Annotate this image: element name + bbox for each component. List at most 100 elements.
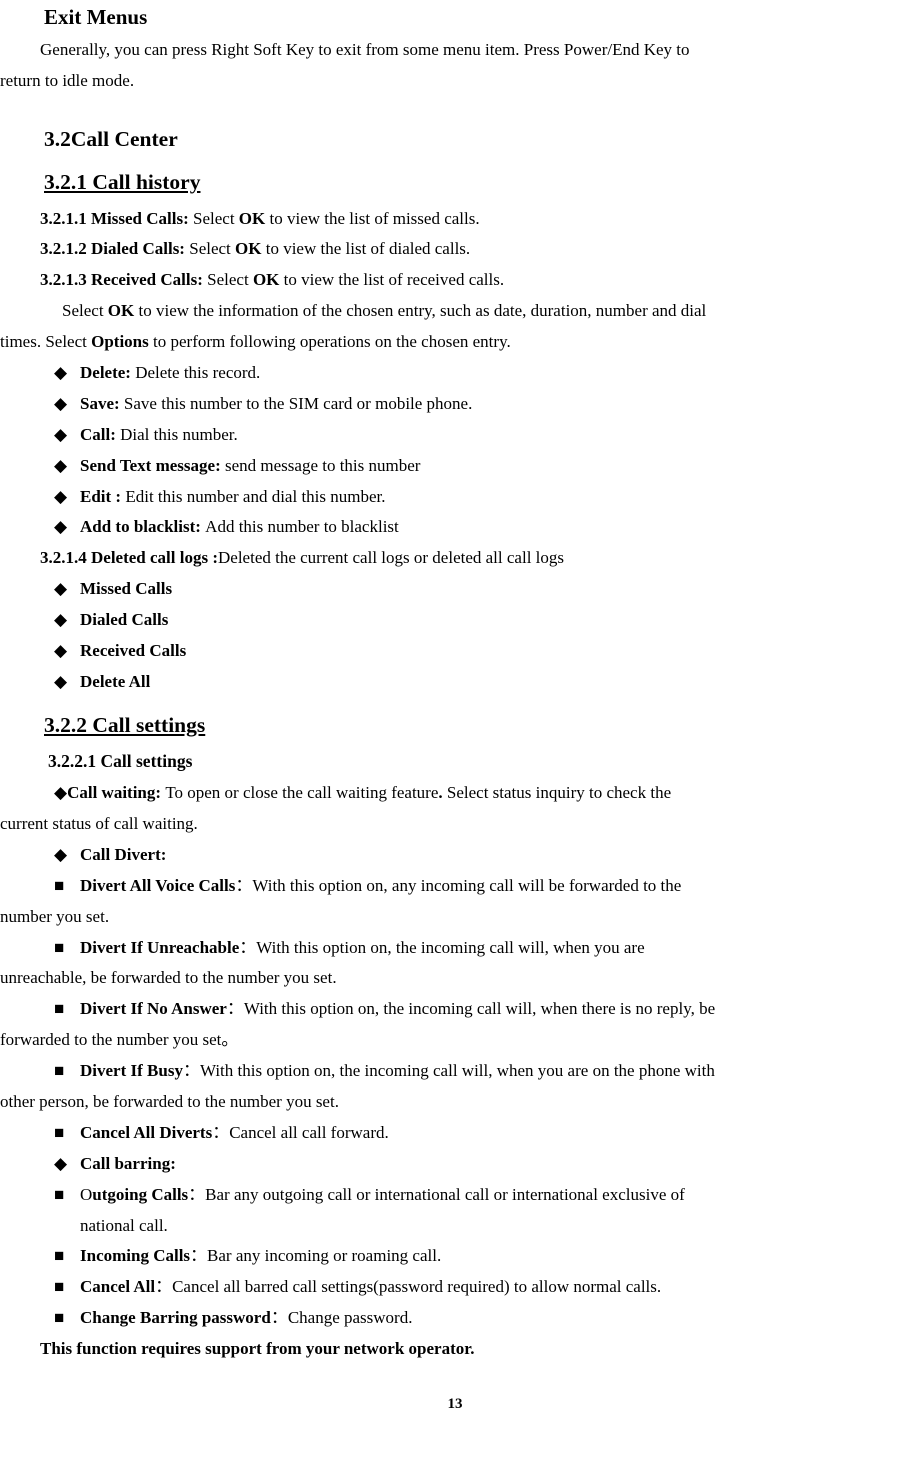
diamond-icon: ◆ — [54, 359, 80, 388]
txt-3-2-1-2a: Select — [189, 239, 235, 258]
label-3-2-1-3: 3.2.1.3 Received Calls: — [40, 270, 207, 289]
dn-b: Divert If No Answer — [80, 999, 227, 1018]
db-b: Divert If Busy — [80, 1061, 183, 1080]
line-3-2-1-2: 3.2.1.2 Dialed Calls: Select OK to view … — [40, 235, 910, 264]
call-divert-label: Call Divert: — [80, 845, 166, 864]
op-blacklist-t: Add this number to blacklist — [205, 517, 399, 536]
bullet-cancel-all: ■ Cancel All：Cancel all barred call sett… — [54, 1273, 910, 1302]
dv-b: Divert All Voice Calls — [80, 876, 235, 895]
label-3-2-1-2: 3.2.1.2 Dialed Calls: — [40, 239, 189, 258]
op-send-b: Send Text message: — [80, 456, 225, 475]
ca-t: Cancel all barred call settings(password… — [172, 1277, 661, 1296]
square-icon: ■ — [54, 1181, 80, 1210]
square-icon: ■ — [54, 1119, 80, 1148]
du-colon: ： — [239, 938, 256, 957]
bullet-missed: ◆ Missed Calls — [54, 575, 910, 604]
dn-colon: ： — [227, 999, 244, 1018]
line-3-2-1-4: 3.2.1.4 Deleted call logs :Deleted the c… — [40, 544, 910, 573]
in-colon: ： — [190, 1246, 207, 1265]
cw-t1: To open or close the call waiting featur… — [165, 783, 438, 802]
bullet-dialed: ◆ Dialed Calls — [54, 606, 910, 635]
info-1b: to view the information of the chosen en… — [134, 301, 706, 320]
diamond-icon: ◆ — [54, 668, 80, 697]
call-barring-label: Call barring: — [80, 1154, 176, 1173]
txt-3-2-1-2-ok: OK — [235, 239, 261, 258]
bullet-call-divert: ◆ Call Divert: — [54, 841, 910, 870]
db-cont: other person, be forwarded to the number… — [0, 1088, 910, 1117]
og-b: utgoing Calls — [92, 1185, 188, 1204]
info-2a: times. Select — [0, 332, 91, 351]
info-line-1: Select OK to view the information of the… — [0, 297, 910, 326]
og-cont: national call. — [80, 1212, 910, 1241]
label-3-2-1-1: 3.2.1.1 Missed Calls: — [40, 209, 193, 228]
txt-3-2-1-2b: to view the list of dialed calls. — [261, 239, 470, 258]
bullet-incoming: ■ Incoming Calls：Bar any incoming or roa… — [54, 1242, 910, 1271]
diamond-icon: ◆ — [54, 1150, 80, 1179]
square-icon: ■ — [54, 995, 80, 1024]
bullet-delete: ◆ Delete: Delete this record. — [54, 359, 910, 388]
op-send-t: send message to this number — [225, 456, 420, 475]
op-save-t: Save this number to the SIM card or mobi… — [124, 394, 472, 413]
label-3-2-1-4: 3.2.1.4 Deleted call logs : — [40, 548, 218, 567]
diamond-icon: ◆ — [54, 452, 80, 481]
info-1-ok: OK — [108, 301, 134, 320]
txt-3-2-1-1a: Select — [193, 209, 239, 228]
bullet-divert-busy: ■ Divert If Busy：With this option on, th… — [54, 1057, 910, 1086]
ca-b: Cancel All — [80, 1277, 155, 1296]
cp-t: Change password. — [288, 1308, 413, 1327]
cw-dot: . — [438, 783, 447, 802]
txt-3-2-1-3a: Select — [207, 270, 253, 289]
txt-3-2-1-3b: to view the list of received calls. — [279, 270, 504, 289]
bullet-edit: ◆ Edit : Edit this number and dial this … — [54, 483, 910, 512]
footer-note: This function requires support from your… — [40, 1335, 910, 1364]
bullet-call-waiting: ◆ Call waiting: To open or close the cal… — [54, 779, 910, 808]
info-line-2: times. Select Options to perform followi… — [0, 328, 910, 357]
cd-b: Cancel All Diverts — [80, 1123, 212, 1142]
line-3-2-1-3: 3.2.1.3 Received Calls: Select OK to vie… — [40, 266, 910, 295]
bullet-blacklist: ◆ Add to blacklist: Add this number to b… — [54, 513, 910, 542]
heading-3-2: 3.2Call Center — [44, 121, 910, 158]
para-exit-menus-1: Generally, you can press Right Soft Key … — [0, 36, 910, 65]
bullet-send: ◆ Send Text message: send message to thi… — [54, 452, 910, 481]
cp-colon: ： — [271, 1308, 288, 1327]
op-blacklist-b: Add to blacklist: — [80, 517, 205, 536]
op-call-t: Dial this number. — [120, 425, 238, 444]
del-all: Delete All — [80, 672, 150, 691]
bullet-save: ◆ Save: Save this number to the SIM card… — [54, 390, 910, 419]
square-icon: ■ — [54, 1242, 80, 1271]
in-b: Incoming Calls — [80, 1246, 190, 1265]
ca-colon: ： — [155, 1277, 172, 1296]
op-save-b: Save: — [80, 394, 124, 413]
diamond-icon: ◆ — [54, 779, 67, 808]
square-icon: ■ — [54, 872, 80, 901]
op-edit-t: Edit this number and dial this number. — [125, 487, 385, 506]
bullet-change-pw: ■ Change Barring password：Change passwor… — [54, 1304, 910, 1333]
diamond-icon: ◆ — [54, 513, 80, 542]
op-delete-t: Delete this record. — [135, 363, 260, 382]
bullet-divert-noanswer: ■ Divert If No Answer：With this option o… — [54, 995, 910, 1024]
diamond-icon: ◆ — [54, 841, 80, 870]
info-2b: to perform following operations on the c… — [149, 332, 511, 351]
bullet-call-barring: ◆ Call barring: — [54, 1150, 910, 1179]
diamond-icon: ◆ — [54, 421, 80, 450]
square-icon: ■ — [54, 1304, 80, 1333]
bullet-delete-all: ◆ Delete All — [54, 668, 910, 697]
para-exit-menus-2: return to idle mode. — [0, 67, 910, 96]
txt-3-2-1-4: Deleted the current call logs or deleted… — [218, 548, 564, 567]
diamond-icon: ◆ — [54, 606, 80, 635]
cw-b: Call waiting: — [67, 783, 165, 802]
op-edit-b: Edit : — [80, 487, 125, 506]
diamond-icon: ◆ — [54, 575, 80, 604]
square-icon: ■ — [54, 1057, 80, 1086]
du-cont: unreachable, be forwarded to the number … — [0, 964, 910, 993]
heading-3-2-1: 3.2.1 Call history — [44, 164, 910, 201]
bullet-outgoing: ■ Outgoing Calls：Bar any outgoing call o… — [54, 1181, 910, 1210]
del-received: Received Calls — [80, 641, 186, 660]
heading-3-2-2: 3.2.2 Call settings — [44, 707, 910, 744]
og-t: Bar any outgoing call or international c… — [205, 1185, 685, 1204]
db-t: With this option on, the incoming call w… — [200, 1061, 715, 1080]
cd-t: Cancel all call forward. — [229, 1123, 389, 1142]
cw-cont: current status of call waiting. — [0, 810, 910, 839]
del-missed: Missed Calls — [80, 579, 172, 598]
bullet-call: ◆ Call: Dial this number. — [54, 421, 910, 450]
